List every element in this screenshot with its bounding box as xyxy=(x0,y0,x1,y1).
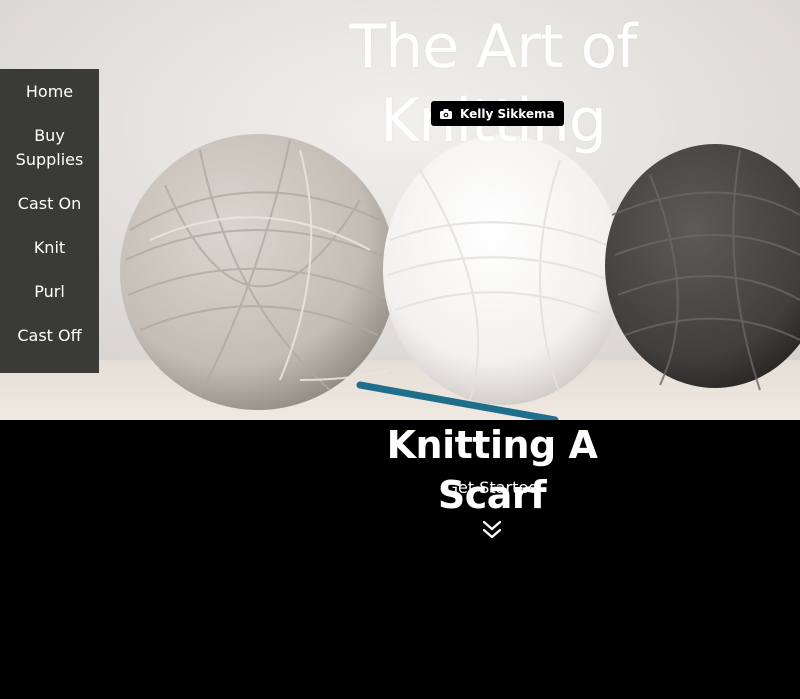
sidebar-item-cast-on[interactable]: Cast On xyxy=(0,192,99,216)
double-chevron-down-icon[interactable] xyxy=(481,519,503,545)
sidebar-item-purl[interactable]: Purl xyxy=(0,280,99,304)
sidebar-nav: Home Buy Supplies Cast On Knit Purl Cast… xyxy=(0,69,99,373)
sidebar-item-knit[interactable]: Knit xyxy=(0,236,99,260)
hero-banner: The Art of Knitting Kelly Sikkema xyxy=(0,0,800,420)
sidebar-item-label: Buy Supplies xyxy=(15,126,84,169)
photo-credit-name: Kelly Sikkema xyxy=(460,106,555,121)
get-started-link[interactable]: Get Started xyxy=(392,477,592,499)
photo-credit-button[interactable]: Kelly Sikkema xyxy=(431,101,564,126)
sidebar-item-home[interactable]: Home xyxy=(0,80,99,104)
section-heading: Knitting A Scarf xyxy=(386,423,598,517)
sidebar-item-buy-supplies[interactable]: Buy Supplies xyxy=(0,124,99,172)
camera-icon xyxy=(440,108,452,119)
sidebar-item-cast-off[interactable]: Cast Off xyxy=(0,324,99,348)
page-title: The Art of Knitting xyxy=(349,12,638,156)
